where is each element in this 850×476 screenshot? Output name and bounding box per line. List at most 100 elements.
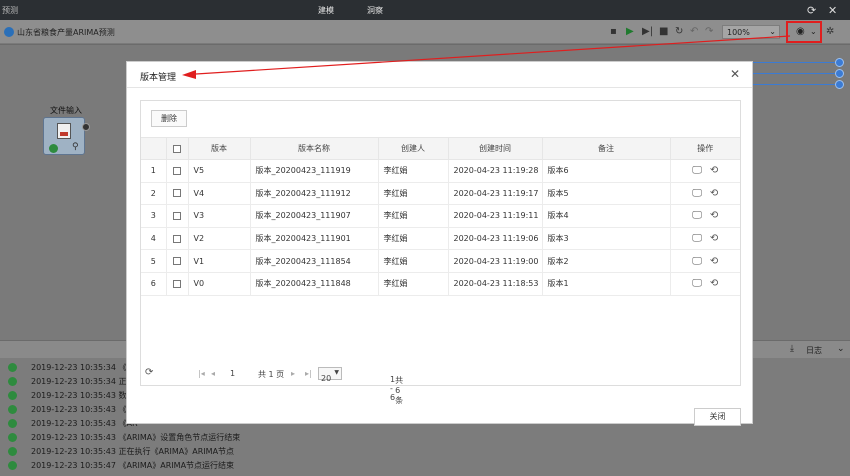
snapshot-button[interactable]: ◉ ⌄ [786, 21, 822, 43]
output-port[interactable] [835, 69, 844, 78]
row-index: 6 [141, 272, 166, 296]
version-name-cell: 版本_20200423_111854 [249, 249, 378, 273]
created-time-cell: 2020-04-23 11:19:00 [447, 249, 542, 273]
success-icon [8, 433, 17, 442]
first-page-icon[interactable]: |◂ [198, 369, 205, 378]
stop-icon[interactable]: ■ [659, 26, 668, 37]
restore-icon[interactable]: ⟲ [710, 233, 718, 244]
success-icon [49, 144, 58, 153]
preview-icon[interactable]: 🖵 [692, 233, 702, 244]
preview-icon[interactable]: 🖵 [692, 188, 702, 199]
column-header-index [141, 137, 166, 160]
preview-icon[interactable]: 🖵 [692, 278, 702, 289]
tab-build[interactable]: 建模 [318, 5, 334, 16]
zoom-select[interactable]: 100% ⌄ [722, 25, 780, 39]
table-row[interactable]: 1 V5 版本_20200423_111919 李红娟 2020-04-23 1… [141, 159, 740, 183]
file-icon [57, 123, 71, 139]
actions-cell: 🖵 ⟲ [669, 159, 740, 183]
table-row[interactable]: 4 V2 版本_20200423_111901 李红娟 2020-04-23 1… [141, 227, 740, 251]
row-checkbox[interactable] [165, 204, 188, 228]
record-range: 1 - 6 共 6 条 [390, 375, 404, 405]
current-page[interactable]: 1 [230, 369, 235, 378]
table-row[interactable]: 5 V1 版本_20200423_111854 李红娟 2020-04-23 1… [141, 249, 740, 273]
search-icon[interactable]: ⚲ [72, 142, 79, 152]
log-item: 2019-12-23 10:35:47 《ARIMA》ARIMA节点运行结束 [8, 460, 234, 473]
row-checkbox[interactable] [165, 249, 188, 273]
row-checkbox[interactable] [165, 227, 188, 251]
log-item: 2019-12-23 10:35:43 《ARIMA》设置角色节点运行结束 [8, 432, 240, 445]
row-index: 3 [141, 204, 166, 228]
creator-cell: 李红娟 [377, 204, 448, 228]
success-icon [8, 377, 17, 386]
actions-cell: 🖵 ⟲ [669, 272, 740, 296]
version-name-cell: 版本_20200423_111901 [249, 227, 378, 251]
row-checkbox[interactable] [165, 159, 188, 183]
tab-insight[interactable]: 洞察 [367, 5, 383, 16]
table-header: 版本 版本名称 创建人 创建时间 备注 操作 [141, 137, 740, 160]
last-page-icon[interactable]: ▸| [305, 369, 312, 378]
file-input-node[interactable]: ⚲ [43, 117, 85, 155]
top-bar: 预测 建模 洞察 ⟳ ✕ [0, 0, 850, 20]
node-output-port[interactable] [82, 123, 90, 131]
table-row[interactable]: 6 V0 版本_20200423_111848 李红娟 2020-04-23 1… [141, 272, 740, 296]
version-name-cell: 版本_20200423_111907 [249, 204, 378, 228]
success-icon [8, 405, 17, 414]
save-icon[interactable]: ▪ [610, 26, 617, 37]
version-cell: V4 [187, 182, 250, 206]
created-time-cell: 2020-04-23 11:19:06 [447, 227, 542, 251]
close-button[interactable]: 关闭 [694, 408, 741, 426]
restore-icon[interactable]: ⟲ [710, 210, 718, 221]
prev-page-icon[interactable]: ◂ [211, 369, 215, 378]
restore-icon[interactable]: ⟲ [710, 278, 718, 289]
restore-icon[interactable]: ⟲ [710, 165, 718, 176]
select-all-checkbox[interactable] [165, 137, 188, 160]
step-run-icon[interactable]: ▶| [642, 26, 653, 37]
table-row[interactable]: 3 V3 版本_20200423_111907 李红娟 2020-04-23 1… [141, 204, 740, 228]
version-cell: V1 [187, 249, 250, 273]
restore-icon[interactable]: ⟲ [710, 188, 718, 199]
log-item: 2019-12-23 10:35:43 《AR [8, 418, 138, 431]
close-icon[interactable]: ✕ [730, 67, 740, 81]
actions-cell: 🖵 ⟲ [669, 182, 740, 206]
preview-icon[interactable]: 🖵 [692, 210, 702, 221]
version-name-cell: 版本_20200423_111919 [249, 159, 378, 183]
log-item: 2019-12-23 10:35:34 《AR [8, 362, 138, 375]
chevron-down-icon: ▼ [334, 369, 339, 376]
connection-line [752, 84, 836, 85]
success-icon [8, 391, 17, 400]
success-icon [8, 419, 17, 428]
created-time-cell: 2020-04-23 11:19:11 [447, 204, 542, 228]
close-icon[interactable]: ✕ [828, 4, 837, 17]
remark-cell: 版本2 [541, 249, 670, 273]
refresh-icon[interactable]: ⟳ [145, 367, 153, 378]
redo-icon[interactable]: ↷ [705, 26, 713, 37]
chevron-down-icon: ⌄ [810, 27, 817, 36]
preview-icon[interactable]: 🖵 [692, 165, 702, 176]
creator-cell: 李红娟 [377, 249, 448, 273]
output-port[interactable] [835, 80, 844, 89]
output-port[interactable] [835, 58, 844, 67]
refresh-icon[interactable]: ⟳ [807, 4, 816, 17]
chevron-down-icon[interactable]: ⌄ [837, 344, 845, 354]
row-index: 5 [141, 249, 166, 273]
column-header-creator: 创建人 [377, 137, 448, 160]
project-icon [4, 27, 14, 37]
restore-icon[interactable]: ⟲ [710, 256, 718, 267]
page-size-select[interactable]: 20 ▼ [318, 367, 342, 383]
undo-icon[interactable]: ↶ [690, 26, 698, 37]
reset-icon[interactable]: ↻ [675, 26, 683, 37]
column-header-actions: 操作 [669, 137, 740, 160]
row-checkbox[interactable] [165, 272, 188, 296]
gear-icon[interactable]: ✲ [826, 26, 834, 37]
column-header-version: 版本 [187, 137, 250, 160]
created-time-cell: 2020-04-23 11:19:17 [447, 182, 542, 206]
preview-icon[interactable]: 🖵 [692, 256, 702, 267]
version-panel: 删除 版本 版本名称 创建人 创建时间 备注 操作 1 V5 版本_202004… [140, 100, 741, 405]
table-row[interactable]: 2 V4 版本_20200423_111912 李红娟 2020-04-23 1… [141, 182, 740, 206]
run-icon[interactable]: ▶ [626, 26, 634, 37]
row-checkbox[interactable] [165, 182, 188, 206]
page-size-value: 20 [321, 374, 332, 383]
delete-button[interactable]: 删除 [151, 110, 187, 127]
download-icon[interactable]: ⤓ [790, 344, 794, 354]
next-page-icon[interactable]: ▸ [291, 369, 295, 378]
